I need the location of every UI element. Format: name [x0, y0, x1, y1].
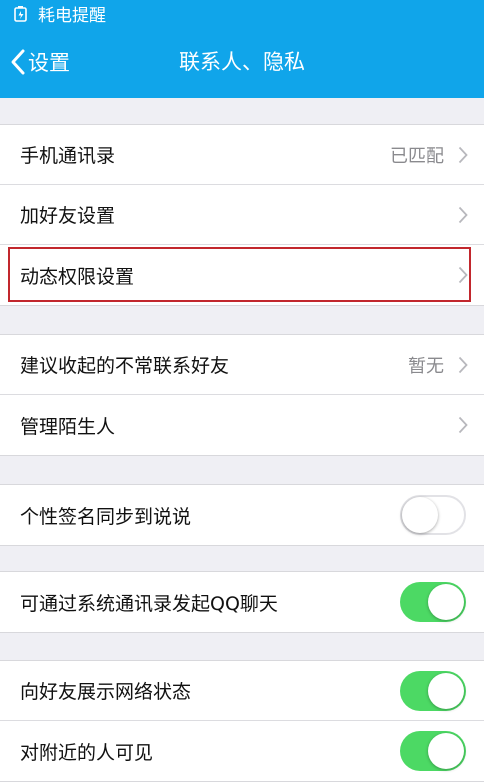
show-network-status-toggle[interactable] [400, 670, 466, 711]
toggle-knob [428, 733, 464, 769]
phone-contacts-value: 已匹配 [390, 145, 444, 167]
add-friend-settings-item[interactable]: 加好友设置 [0, 185, 484, 245]
battery-saver-icon [14, 6, 28, 22]
contacts-chat-group: 可通过系统通讯录发起QQ聊天 [0, 571, 484, 633]
visibility-group: 向好友展示网络状态 对附近的人可见 [0, 660, 484, 782]
show-network-status-row: 向好友展示网络状态 [0, 661, 484, 721]
manage-strangers-item[interactable]: 管理陌生人 [0, 395, 484, 455]
manage-strangers-label: 管理陌生人 [20, 415, 116, 438]
feed-permission-settings-item[interactable]: 动态权限设置 [0, 245, 484, 305]
suggested-hidden-friends-label: 建议收起的不常联系好友 [20, 355, 230, 377]
contacts-qq-chat-toggle[interactable] [400, 582, 466, 622]
navigation-bar: 设置 联系人、隐私 [0, 26, 484, 98]
chevron-right-icon [458, 206, 468, 223]
page-title: 联系人、隐私 [179, 50, 305, 74]
toggle-knob [428, 584, 464, 620]
status-bar: 耗电提醒 [0, 0, 484, 26]
chevron-right-icon [458, 416, 468, 434]
suggested-hidden-friends-item[interactable]: 建议收起的不常联系好友 暂无 [0, 335, 484, 395]
show-network-status-label: 向好友展示网络状态 [20, 681, 192, 703]
signature-sync-group: 个性签名同步到说说 [0, 484, 484, 546]
contacts-qq-chat-label: 可通过系统通讯录发起QQ聊天 [20, 592, 278, 615]
signature-sync-label: 个性签名同步到说说 [20, 505, 192, 528]
signature-sync-row: 个性签名同步到说说 [0, 485, 484, 545]
contacts-qq-chat-row: 可通过系统通讯录发起QQ聊天 [0, 572, 484, 632]
highlight-box [8, 247, 471, 302]
visible-nearby-row: 对附近的人可见 [0, 721, 484, 781]
friend-management-group: 建议收起的不常联系好友 暂无 管理陌生人 [0, 334, 484, 456]
contacts-settings-group: 手机通讯录 已匹配 加好友设置 动态权限设置 [0, 124, 484, 306]
chevron-right-icon [458, 356, 468, 373]
signature-sync-toggle[interactable] [400, 495, 466, 535]
phone-contacts-label: 手机通讯录 [20, 145, 116, 167]
status-bar-text: 耗电提醒 [38, 5, 106, 26]
add-friend-settings-label: 加好友设置 [20, 205, 116, 227]
visible-nearby-toggle[interactable] [400, 731, 466, 771]
toggle-knob [402, 497, 438, 533]
chevron-right-icon [458, 146, 468, 163]
phone-contacts-item[interactable]: 手机通讯录 已匹配 [0, 125, 484, 185]
suggested-hidden-friends-value: 暂无 [408, 355, 444, 377]
visible-nearby-label: 对附近的人可见 [20, 741, 154, 764]
toggle-knob [428, 672, 464, 709]
